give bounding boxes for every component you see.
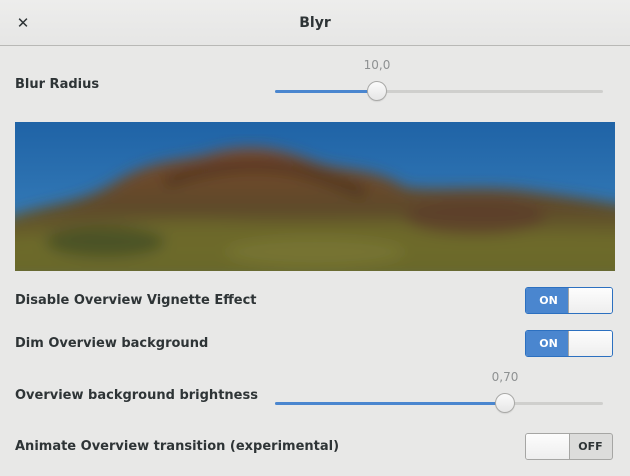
switch-knob[interactable] [568, 331, 612, 356]
switch-knob[interactable] [526, 434, 570, 459]
brightness-slider[interactable]: 0,70 [275, 370, 603, 416]
brightness-value: 0,70 [491, 370, 519, 384]
switch-knob[interactable] [568, 288, 612, 313]
slider-fill [275, 90, 377, 93]
header-bar: ✕ Blyr [0, 0, 630, 46]
blur-radius-label: Blur Radius [15, 77, 100, 92]
dim-background-label: Dim Overview background [15, 336, 209, 351]
switch-on-text: ON [526, 331, 571, 356]
slider-fill [275, 402, 505, 405]
slider-knob[interactable] [367, 81, 387, 101]
animate-transition-label: Animate Overview transition (experimenta… [15, 439, 340, 454]
slider-knob[interactable] [495, 393, 515, 413]
blurred-landscape-preview [15, 122, 615, 271]
switch-off-text: OFF [578, 440, 603, 453]
disable-vignette-label: Disable Overview Vignette Effect [15, 293, 257, 308]
switch-on-text: ON [526, 288, 571, 313]
blur-radius-value: 10,0 [363, 58, 391, 72]
brightness-label: Overview background brightness [15, 388, 258, 403]
dim-background-switch[interactable]: ON [525, 330, 613, 357]
window-title: Blyr [299, 15, 331, 31]
disable-vignette-switch[interactable]: ON [525, 287, 613, 314]
animate-transition-switch[interactable]: OFF [525, 433, 613, 460]
landscape-image [15, 122, 615, 271]
blur-radius-slider[interactable]: 10,0 [275, 58, 603, 104]
